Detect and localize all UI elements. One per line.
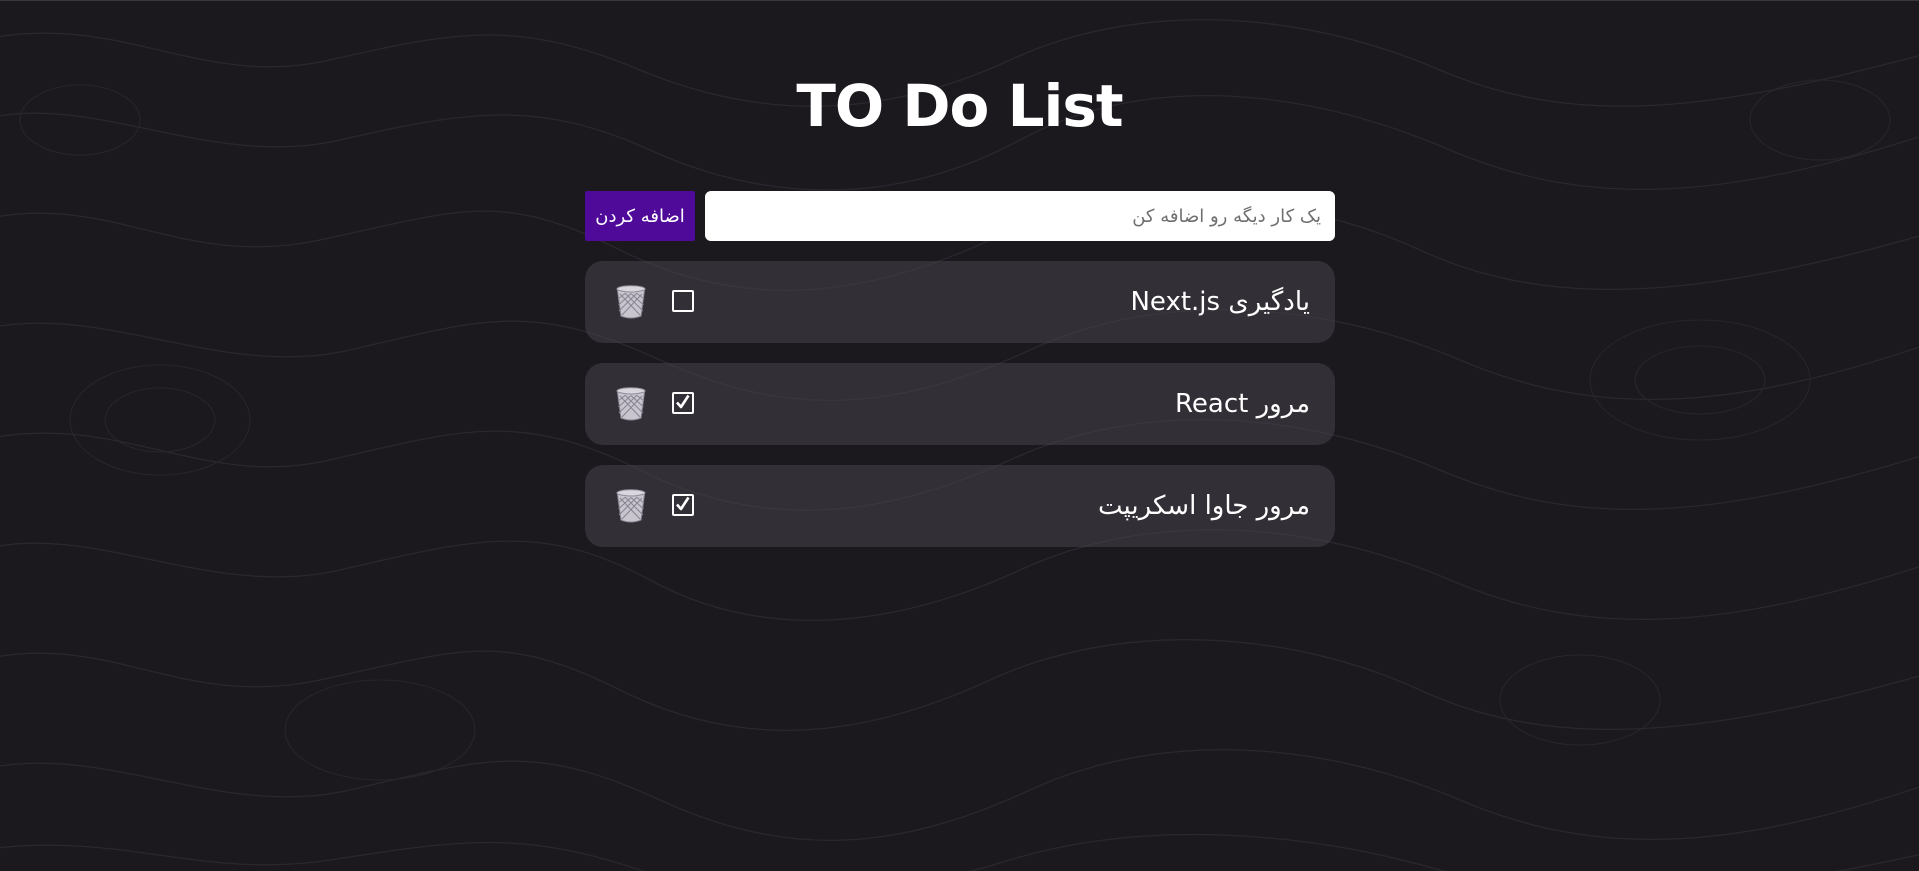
todo-item-text: مرور React [1175, 389, 1310, 419]
todo-item-text: مرور جاوا اسکریپت [1097, 491, 1310, 521]
todo-list: یادگیری Next.js مرور React مرور جاوا اسک… [585, 261, 1335, 567]
page-title: TO Do List [796, 72, 1123, 140]
new-task-input[interactable] [705, 191, 1335, 241]
todo-item: یادگیری Next.js [585, 261, 1335, 343]
checkbox-unchecked-icon[interactable] [672, 290, 694, 312]
checkbox-checked-icon[interactable] [672, 392, 694, 414]
window-top-border [0, 0, 1919, 1]
add-task-button[interactable]: اضافه کردن [585, 191, 695, 241]
todo-item: مرور React [585, 363, 1335, 445]
trash-icon[interactable] [615, 387, 647, 421]
todo-item-text: یادگیری Next.js [1130, 287, 1310, 317]
trash-icon[interactable] [615, 489, 647, 523]
trash-icon[interactable] [615, 285, 647, 319]
checkbox-checked-icon[interactable] [672, 494, 694, 516]
todo-item: مرور جاوا اسکریپت [585, 465, 1335, 547]
